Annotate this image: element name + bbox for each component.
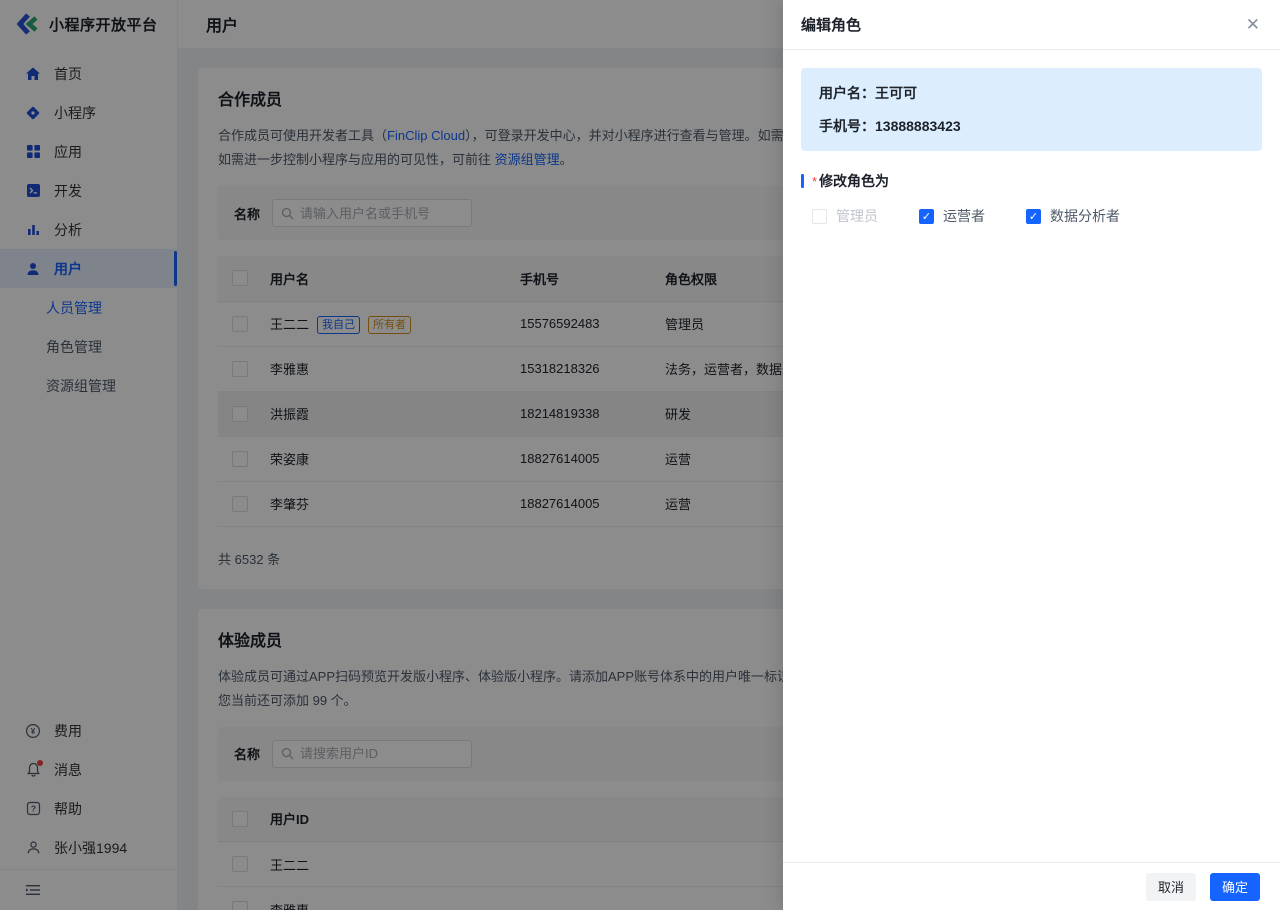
username-value: 王可可 [875, 85, 917, 101]
checkbox-icon[interactable]: ✓ [1026, 209, 1041, 224]
section-accent-bar [801, 174, 804, 188]
user-info-box: 用户名：王可可 手机号：13888883423 [801, 68, 1262, 151]
drawer-body: 用户名：王可可 手机号：13888883423 * 修改角色为 管理员 ✓ 运营… [783, 50, 1280, 862]
role-option-admin[interactable]: 管理员 [812, 206, 878, 226]
checkbox-icon[interactable]: ✓ [919, 209, 934, 224]
close-icon[interactable]: ✕ [1246, 16, 1260, 33]
edit-role-drawer: 编辑角色 ✕ 用户名：王可可 手机号：13888883423 * 修改角色为 管… [783, 0, 1280, 910]
cancel-button[interactable]: 取消 [1146, 873, 1196, 901]
role-option-operator[interactable]: ✓ 运营者 [919, 206, 985, 226]
modify-roles-section-header: * 修改角色为 [801, 171, 1262, 191]
role-checkbox-group: 管理员 ✓ 运营者 ✓ 数据分析者 [812, 206, 1262, 226]
drawer-header: 编辑角色 ✕ [783, 0, 1280, 50]
role-option-data-analyst[interactable]: ✓ 数据分析者 [1026, 206, 1120, 226]
phone-line: 手机号：13888883423 [819, 115, 1244, 137]
drawer-footer: 取消 确定 [783, 862, 1280, 910]
section-title: 修改角色为 [819, 171, 889, 191]
drawer-title: 编辑角色 [801, 14, 861, 35]
username-line: 用户名：王可可 [819, 82, 1244, 104]
required-asterisk: * [812, 174, 817, 189]
checkbox-icon[interactable] [812, 209, 827, 224]
confirm-button[interactable]: 确定 [1210, 873, 1260, 901]
phone-value: 13888883423 [875, 118, 961, 134]
